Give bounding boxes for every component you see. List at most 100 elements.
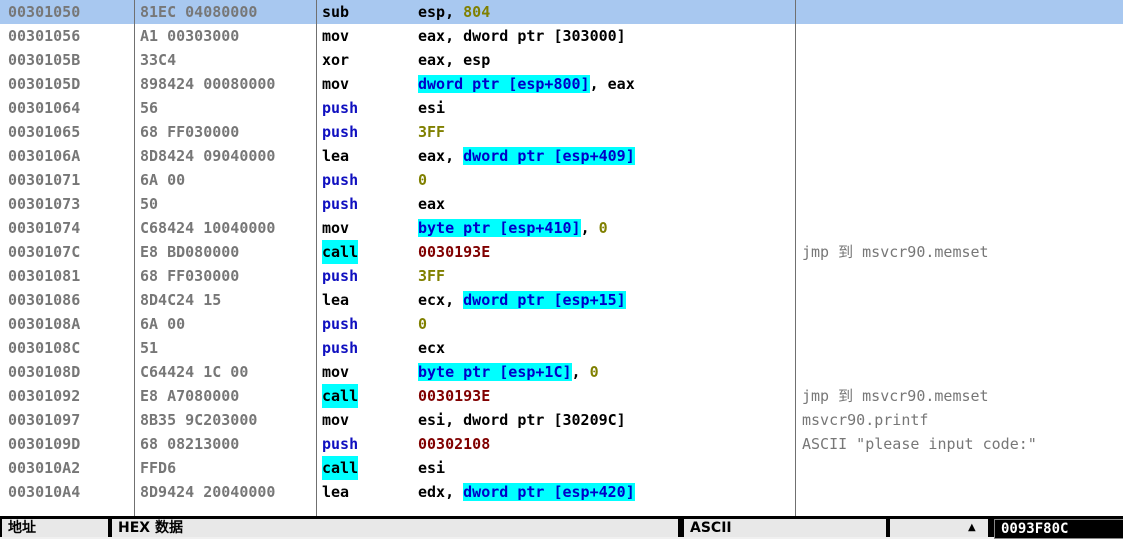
mnemonic-text: lea xyxy=(322,147,350,165)
instruction-comment xyxy=(802,0,1123,24)
disassembly-pane[interactable]: 00301050 81EC 04080000 sub esp, 804 00301056… xyxy=(0,0,1123,516)
instruction-mnemonic: push xyxy=(322,432,412,456)
instruction-operands: 3FF xyxy=(418,264,793,288)
operand-part: 804 xyxy=(463,3,491,21)
instruction-operands: dword ptr [esp+800], eax xyxy=(418,72,793,96)
instruction-operands: eax xyxy=(418,192,793,216)
instruction-operands: eax, dword ptr [303000] xyxy=(418,24,793,48)
operand-part: , xyxy=(571,363,590,381)
instruction-operands: ecx xyxy=(418,336,793,360)
disasm-row[interactable]: 0030107C E8 BD080000 call 0030193E jmp 到 msv… xyxy=(0,240,1123,264)
dump-column-hex[interactable]: HEX 数据 xyxy=(112,519,678,537)
instruction-operands: eax, dword ptr [esp+409] xyxy=(418,144,793,168)
instruction-mnemonic: call xyxy=(322,240,412,264)
disasm-row[interactable]: 00301071 6A 00 push 0 xyxy=(0,168,1123,192)
instruction-mnemonic: lea xyxy=(322,144,412,168)
operand-part: 0030193E xyxy=(418,243,491,261)
disasm-row[interactable]: 00301086 8D4C24 15 lea ecx, dword ptr [esp+… xyxy=(0,288,1123,312)
disasm-row[interactable]: 00301092 E8 A7080000 call 0030193E jmp 到 msv… xyxy=(0,384,1123,408)
mnemonic-text: mov xyxy=(322,75,350,93)
instruction-address: 0030108A xyxy=(8,315,81,333)
operand-part: 0 xyxy=(598,219,608,237)
operand-part: 0 xyxy=(589,363,599,381)
disasm-row[interactable]: 00301056 A1 00303000 mov eax, dword ptr [30… xyxy=(0,24,1123,48)
instruction-operands: byte ptr [esp+1C], 0 xyxy=(418,360,793,384)
operand-part: eax, xyxy=(418,147,464,165)
instruction-operands: ecx, dword ptr [esp+15] xyxy=(418,288,793,312)
disasm-row[interactable]: 0030108C 51 push ecx xyxy=(0,336,1123,360)
disasm-row[interactable]: 0030105D 898424 00080000 mov dword ptr [esp… xyxy=(0,72,1123,96)
dump-column-blank xyxy=(890,519,966,537)
instruction-comment xyxy=(802,24,1123,48)
instruction-mnemonic: push xyxy=(322,264,412,288)
instruction-comment: msvcr90.printf xyxy=(802,411,929,429)
instruction-mnemonic: xor xyxy=(322,48,412,72)
instruction-comment xyxy=(802,72,1123,96)
operand-part: ecx xyxy=(418,339,446,357)
mnemonic-text: mov xyxy=(322,363,350,381)
instruction-hex: 68 08213000 xyxy=(140,435,240,453)
disasm-row[interactable]: 0030106A 8D8424 09040000 lea eax, dword ptr… xyxy=(0,144,1123,168)
mnemonic-text: push xyxy=(322,123,359,141)
instruction-hex: 8D9424 20040000 xyxy=(140,483,276,501)
operand-part: esi xyxy=(418,459,446,477)
instruction-mnemonic: mov xyxy=(322,216,412,240)
instruction-comment xyxy=(802,120,1123,144)
disasm-row[interactable]: 00301073 50 push eax xyxy=(0,192,1123,216)
instruction-hex: 51 xyxy=(140,339,159,357)
disasm-row[interactable]: 003010A4 8D9424 20040000 lea edx, dword ptr… xyxy=(0,480,1123,504)
disasm-row[interactable]: 00301065 68 FF030000 push 3FF xyxy=(0,120,1123,144)
instruction-mnemonic: mov xyxy=(322,360,412,384)
mnemonic-text: push xyxy=(322,339,359,357)
instruction-address: 0030105B xyxy=(8,51,81,69)
instruction-operands: edx, dword ptr [esp+420] xyxy=(418,480,793,504)
instruction-address: 00301064 xyxy=(8,99,81,117)
instruction-hex: 56 xyxy=(140,99,159,117)
instruction-operands: esi xyxy=(418,456,793,480)
instruction-operands: esi xyxy=(418,96,793,120)
instruction-comment: ASCII "please input code:" xyxy=(802,435,1037,453)
mnemonic-text: call xyxy=(322,384,359,408)
instruction-comment xyxy=(802,480,1123,504)
instruction-hex: 50 xyxy=(140,195,159,213)
operand-part: dword ptr [esp+409] xyxy=(463,147,635,165)
instruction-mnemonic: push xyxy=(322,96,412,120)
disasm-row[interactable]: 0030108D C64424 1C 00 mov byte ptr [esp+1C]… xyxy=(0,360,1123,384)
instruction-hex: 6A 00 xyxy=(140,171,186,189)
disasm-row[interactable]: 0030108A 6A 00 push 0 xyxy=(0,312,1123,336)
operand-part: dword ptr [esp+800] xyxy=(418,75,590,93)
mnemonic-text: push xyxy=(322,315,359,333)
disasm-row[interactable]: 0030105B 33C4 xor eax, esp xyxy=(0,48,1123,72)
operand-part: , eax xyxy=(589,75,635,93)
mnemonic-text: push xyxy=(322,99,359,117)
column-divider xyxy=(316,0,317,516)
disasm-row[interactable]: 00301064 56 push esi xyxy=(0,96,1123,120)
instruction-operands: esp, 804 xyxy=(418,0,793,24)
instruction-comment xyxy=(802,48,1123,72)
instruction-hex: 6A 00 xyxy=(140,315,186,333)
disasm-row[interactable]: 00301050 81EC 04080000 sub esp, 804 xyxy=(0,0,1123,24)
dump-column-ascii[interactable]: ASCII xyxy=(684,519,886,537)
instruction-hex: E8 BD080000 xyxy=(140,243,240,261)
disasm-row[interactable]: 00301074 C68424 10040000 mov byte ptr [esp+… xyxy=(0,216,1123,240)
instruction-address: 0030109D xyxy=(8,435,81,453)
dump-column-address[interactable]: 地址 xyxy=(2,519,108,537)
instruction-comment xyxy=(802,360,1123,384)
dump-header-bar: 地址 HEX 数据 ASCII ▲ 0093F80C xyxy=(0,516,1123,539)
instruction-mnemonic: call xyxy=(322,456,412,480)
instruction-mnemonic: push xyxy=(322,312,412,336)
scroll-up-arrow-icon[interactable]: ▲ xyxy=(966,519,988,537)
instruction-hex: 8D4C24 15 xyxy=(140,291,222,309)
instruction-comment xyxy=(802,456,1123,480)
instruction-operands: 0 xyxy=(418,168,793,192)
disasm-row[interactable]: 003010A2 FFD6 call esi xyxy=(0,456,1123,480)
disasm-row[interactable]: 0030109D 68 08213000 push 00302108 ASCII "pl… xyxy=(0,432,1123,456)
mnemonic-text: push xyxy=(322,267,359,285)
instruction-hex: FFD6 xyxy=(140,459,177,477)
disasm-row[interactable]: 00301097 8B35 9C203000 mov esi, dword ptr [… xyxy=(0,408,1123,432)
instruction-address: 00301092 xyxy=(8,387,81,405)
disasm-row[interactable]: 00301081 68 FF030000 push 3FF xyxy=(0,264,1123,288)
instruction-mnemonic: mov xyxy=(322,408,412,432)
instruction-comment xyxy=(802,216,1123,240)
mnemonic-text: call xyxy=(322,456,359,480)
